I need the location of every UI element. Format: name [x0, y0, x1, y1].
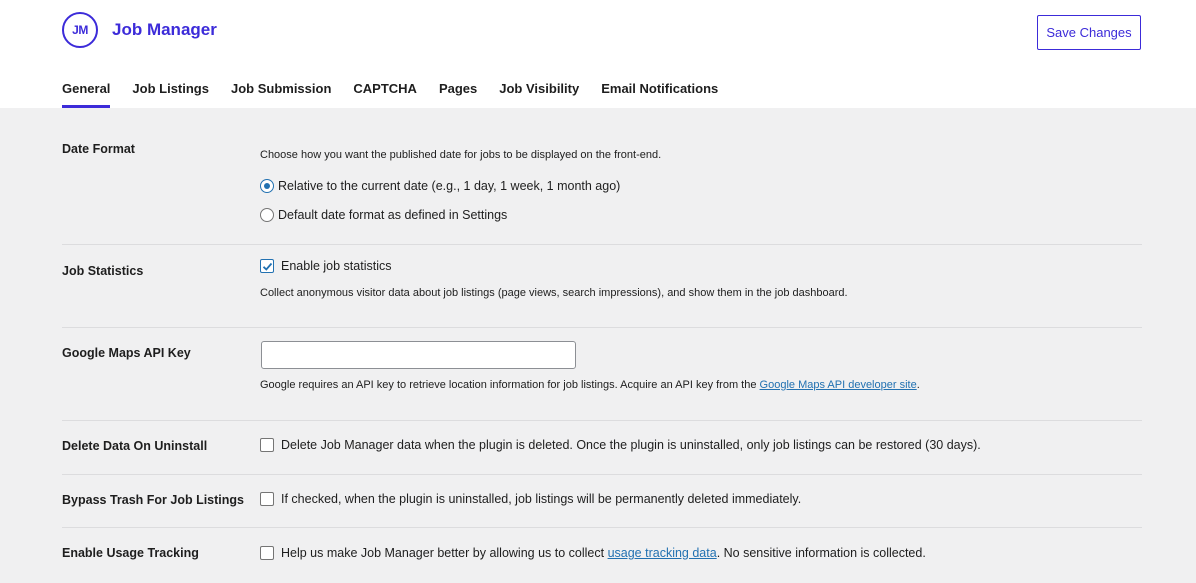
date-format-description: Choose how you want the published date f… — [260, 149, 662, 161]
radio-default[interactable] — [260, 208, 274, 222]
settings-tabs: General Job Listings Job Submission CAPT… — [62, 81, 740, 108]
bypass-trash-checkbox[interactable] — [260, 492, 274, 506]
google-maps-developer-link[interactable]: Google Maps API developer site — [760, 379, 917, 391]
divider — [62, 244, 1142, 245]
divider — [62, 527, 1142, 528]
delete-data-checkbox-row[interactable]: Delete Job Manager data when the plugin … — [260, 438, 981, 452]
google-maps-description-text: Google requires an API key to retrieve l… — [260, 379, 760, 391]
usage-tracking-text-end: . No sensitive information is collected. — [716, 546, 926, 560]
delete-data-label: Delete Data On Uninstall — [62, 439, 208, 453]
tab-email-notifications[interactable]: Email Notifications — [601, 81, 718, 108]
date-format-label: Date Format — [62, 142, 135, 156]
delete-data-checkbox-label: Delete Job Manager data when the plugin … — [281, 438, 981, 452]
brand-title: Job Manager — [112, 20, 217, 39]
job-statistics-label: Job Statistics — [62, 264, 144, 278]
usage-tracking-text: Help us make Job Manager better by allow… — [281, 546, 605, 560]
save-changes-button[interactable]: Save Changes — [1037, 15, 1141, 50]
tab-pages[interactable]: Pages — [439, 81, 477, 108]
job-statistics-checkbox-row[interactable]: Enable job statistics — [260, 259, 391, 273]
date-format-option-default[interactable]: Default date format as defined in Settin… — [260, 208, 507, 222]
divider — [62, 474, 1142, 475]
divider — [62, 327, 1142, 328]
tab-job-submission[interactable]: Job Submission — [231, 81, 331, 108]
google-maps-label: Google Maps API Key — [62, 346, 191, 360]
header-bar: JM Job Manager Save Changes General Job … — [0, 0, 1196, 108]
usage-tracking-checkbox[interactable] — [260, 546, 274, 560]
bypass-trash-checkbox-row[interactable]: If checked, when the plugin is uninstall… — [260, 492, 801, 506]
bypass-trash-checkbox-label: If checked, when the plugin is uninstall… — [281, 492, 802, 506]
radio-relative-selected[interactable] — [260, 179, 274, 193]
job-statistics-checkbox[interactable] — [260, 259, 274, 273]
bypass-trash-label: Bypass Trash For Job Listings — [62, 493, 244, 507]
google-maps-description-end: . — [916, 379, 920, 391]
google-maps-description: Google requires an API key to retrieve l… — [260, 379, 920, 391]
tab-captcha[interactable]: CAPTCHA — [353, 81, 417, 108]
usage-tracking-checkbox-row[interactable]: Help us make Job Manager better by allow… — [260, 546, 926, 560]
usage-tracking-label: Enable Usage Tracking — [62, 546, 199, 560]
usage-tracking-data-link[interactable]: usage tracking data — [608, 546, 717, 560]
job-statistics-description: Collect anonymous visitor data about job… — [260, 287, 848, 299]
job-statistics-checkbox-label: Enable job statistics — [281, 259, 392, 273]
divider — [62, 420, 1142, 421]
logo: JM — [62, 12, 98, 48]
tab-job-listings[interactable]: Job Listings — [132, 81, 209, 108]
checkmark-icon — [262, 262, 272, 271]
tab-job-visibility[interactable]: Job Visibility — [499, 81, 579, 108]
date-format-option-relative[interactable]: Relative to the current date (e.g., 1 da… — [260, 179, 620, 193]
date-format-option-relative-label: Relative to the current date (e.g., 1 da… — [278, 179, 621, 193]
tab-general[interactable]: General — [62, 81, 111, 108]
delete-data-checkbox[interactable] — [260, 438, 274, 452]
date-format-option-default-label: Default date format as defined in Settin… — [278, 208, 508, 222]
google-maps-api-key-input[interactable] — [261, 341, 576, 369]
